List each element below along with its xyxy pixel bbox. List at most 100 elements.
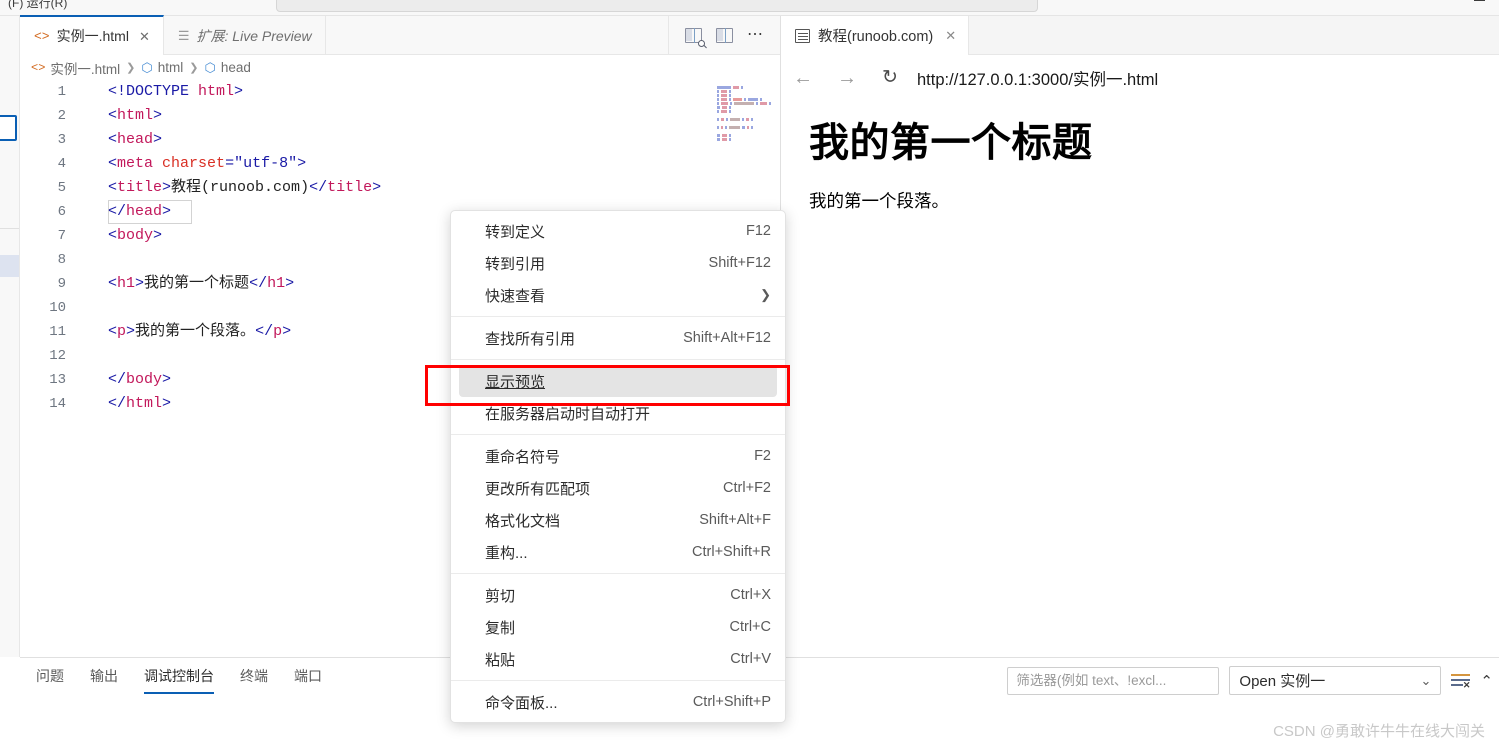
browser-toolbar: ← → ↻ http://127.0.0.1:3000/实例一.html bbox=[781, 55, 1499, 100]
debug-context-select[interactable]: Open 实例一 ⌄ bbox=[1229, 666, 1442, 695]
menu-item-shortcut: Ctrl+Shift+P bbox=[692, 694, 771, 710]
chevron-down-icon: ⌄ bbox=[1420, 672, 1432, 688]
line-number: 9 bbox=[57, 276, 66, 292]
minimap-line bbox=[717, 126, 779, 129]
clear-console-icon[interactable]: ✕ bbox=[1451, 673, 1471, 689]
browser-page-content: 我的第一个标题 我的第一个段落。 bbox=[781, 100, 1499, 657]
menu-item-更改所有匹配项[interactable]: 更改所有匹配项 Ctrl+F2 bbox=[451, 472, 785, 504]
editor-tab-close-icon[interactable]: ✕ bbox=[139, 30, 150, 43]
browser-tab-label: 教程(runoob.com) bbox=[818, 29, 934, 45]
menu-item-复制[interactable]: 复制 Ctrl+C bbox=[451, 611, 785, 643]
code-line-text: </body> bbox=[108, 371, 172, 388]
menu-item-重构...[interactable]: 重构... Ctrl+Shift+R bbox=[451, 536, 785, 568]
minimap-line bbox=[717, 138, 779, 141]
address-bar[interactable]: http://127.0.0.1:3000/实例一.html bbox=[917, 66, 1158, 90]
line-number: 11 bbox=[49, 324, 66, 340]
more-actions-icon[interactable]: ⋯ bbox=[747, 27, 764, 42]
line-number: 13 bbox=[49, 372, 66, 388]
code-line[interactable]: 3 <head> bbox=[20, 128, 780, 152]
strip-selection-block[interactable] bbox=[0, 255, 19, 277]
reload-icon[interactable]: ↻ bbox=[869, 66, 911, 89]
browser-tab-bar: 教程(runoob.com) ✕ bbox=[781, 16, 1499, 55]
html-file-icon: <> bbox=[31, 60, 46, 75]
minimap-line bbox=[717, 122, 779, 125]
panel-tab-输出[interactable]: 输出 bbox=[90, 666, 118, 694]
code-line-text: <title>教程(runoob.com)</title> bbox=[108, 179, 382, 196]
code-line-text: <meta charset="utf-8"> bbox=[108, 155, 307, 172]
watermark: CSDN @勇敢许牛牛在线大闯关 bbox=[1273, 723, 1485, 740]
menu-item-粘贴[interactable]: 粘贴 Ctrl+V bbox=[451, 643, 785, 675]
breadcrumb-label: html bbox=[157, 60, 184, 75]
breadcrumb-item-head[interactable]: ⬡ head bbox=[204, 60, 250, 76]
menu-item-label: 转到定义 bbox=[485, 223, 546, 241]
breadcrumb-label: head bbox=[220, 60, 251, 75]
window-controls-icons[interactable]: ▪▪▪ bbox=[1379, 0, 1409, 4]
panel-tab-调试控制台[interactable]: 调试控制台 bbox=[144, 666, 214, 694]
minimap-line bbox=[717, 130, 779, 133]
filter-input[interactable] bbox=[1007, 666, 1220, 695]
minimap-line bbox=[717, 90, 779, 93]
menu-separator bbox=[451, 316, 785, 317]
browser-tab[interactable]: 教程(runoob.com) ✕ bbox=[781, 16, 970, 55]
editor-tab-shili-html[interactable]: <> 实例一.html ✕ bbox=[20, 15, 164, 55]
breadcrumb-item-file[interactable]: <> 实例一.html bbox=[31, 58, 120, 78]
forward-icon[interactable]: → bbox=[825, 68, 869, 88]
breadcrumb-separator-icon: ❯ bbox=[189, 62, 199, 74]
menu-item-在服务器启动时自动打开[interactable]: 在服务器启动时自动打开 bbox=[451, 397, 785, 429]
back-icon[interactable]: ← bbox=[781, 68, 825, 88]
code-line[interactable]: 1 <!DOCTYPE html> bbox=[20, 80, 780, 104]
page-icon bbox=[795, 28, 810, 43]
command-center-search[interactable]: / bbox=[276, 0, 1038, 12]
menu-item-label: 转到引用 bbox=[485, 255, 546, 273]
panel-tab-端口[interactable]: 端口 bbox=[294, 666, 322, 694]
code-line[interactable]: 5 <title>教程(runoob.com)</title> bbox=[20, 176, 780, 200]
minimap-line bbox=[717, 134, 779, 137]
breadcrumb-label: 实例一.html bbox=[50, 61, 121, 77]
code-line-text: </head> bbox=[108, 203, 172, 220]
minimap-line bbox=[717, 86, 779, 89]
command-center-caret: / bbox=[657, 0, 660, 3]
menu-item-label: 快速查看 bbox=[485, 287, 546, 305]
line-number: 4 bbox=[57, 156, 66, 172]
tab-bar-spacer bbox=[326, 16, 669, 54]
window-close-icon[interactable]: ▬ bbox=[1474, 0, 1485, 4]
menu-item-剪切[interactable]: 剪切 Ctrl+X bbox=[451, 579, 785, 611]
split-editor-icon[interactable] bbox=[716, 27, 733, 43]
line-number: 8 bbox=[57, 252, 66, 268]
menu-item-命令面板...[interactable]: 命令面板... Ctrl+Shift+P bbox=[451, 686, 785, 718]
menu-item-label: 重构... bbox=[485, 544, 528, 562]
menu-item-转到定义[interactable]: 转到定义 F12 bbox=[451, 215, 785, 247]
menu-separator bbox=[451, 680, 785, 681]
open-preview-to-the-side-icon[interactable] bbox=[685, 27, 705, 47]
browser-tab-close-icon[interactable]: ✕ bbox=[945, 28, 956, 44]
panel-tab-终端[interactable]: 终端 bbox=[240, 666, 268, 694]
menu-item-转到引用[interactable]: 转到引用 Shift+F12 bbox=[451, 247, 785, 279]
panel-tab-list: 问题 输出 调试控制台 终端 端口 bbox=[36, 666, 322, 694]
strip-focus-box[interactable] bbox=[0, 115, 17, 141]
code-line[interactable]: 2 <html> bbox=[20, 104, 780, 128]
minimap-line bbox=[717, 94, 779, 97]
window-menubar: (F) 运行(R) / ▪▪▪ ▬ bbox=[0, 0, 1499, 16]
menu-item-查找所有引用[interactable]: 查找所有引用 Shift+Alt+F12 bbox=[451, 322, 785, 354]
menu-item-label: 格式化文档 bbox=[485, 512, 561, 530]
editor-tab-live-preview[interactable]: ☰ 扩展: Live Preview bbox=[164, 16, 326, 55]
minimap-line bbox=[717, 114, 779, 117]
menubar-label[interactable]: (F) 运行(R) bbox=[8, 0, 67, 11]
chevron-up-icon[interactable]: ⌃ bbox=[1480, 672, 1493, 690]
code-line[interactable]: 4 <meta charset="utf-8"> bbox=[20, 152, 780, 176]
line-number: 14 bbox=[49, 396, 66, 412]
menu-item-重命名符号[interactable]: 重命名符号 F2 bbox=[451, 440, 785, 472]
menu-item-显示预览[interactable]: 显示预览 bbox=[459, 365, 777, 397]
menu-item-快速查看[interactable]: 快速查看 ❯ bbox=[451, 279, 785, 311]
breadcrumb-item-html[interactable]: ⬡ html bbox=[141, 60, 183, 76]
line-number: 1 bbox=[57, 84, 66, 100]
editor-tab-label: 扩展: Live Preview bbox=[196, 27, 312, 44]
menu-item-shortcut: Ctrl+V bbox=[730, 651, 771, 667]
panel-tab-问题[interactable]: 问题 bbox=[36, 666, 64, 694]
menu-item-shortcut: F2 bbox=[754, 448, 771, 464]
editor-context-menu[interactable]: 转到定义 F12 转到引用 Shift+F12 快速查看 ❯ 查找所有引用 Shift+Alt… bbox=[450, 210, 786, 723]
menu-item-格式化文档[interactable]: 格式化文档 Shift+Alt+F bbox=[451, 504, 785, 536]
menu-separator bbox=[451, 573, 785, 574]
line-number: 3 bbox=[57, 132, 66, 148]
breadcrumb-separator-icon: ❯ bbox=[126, 62, 136, 74]
